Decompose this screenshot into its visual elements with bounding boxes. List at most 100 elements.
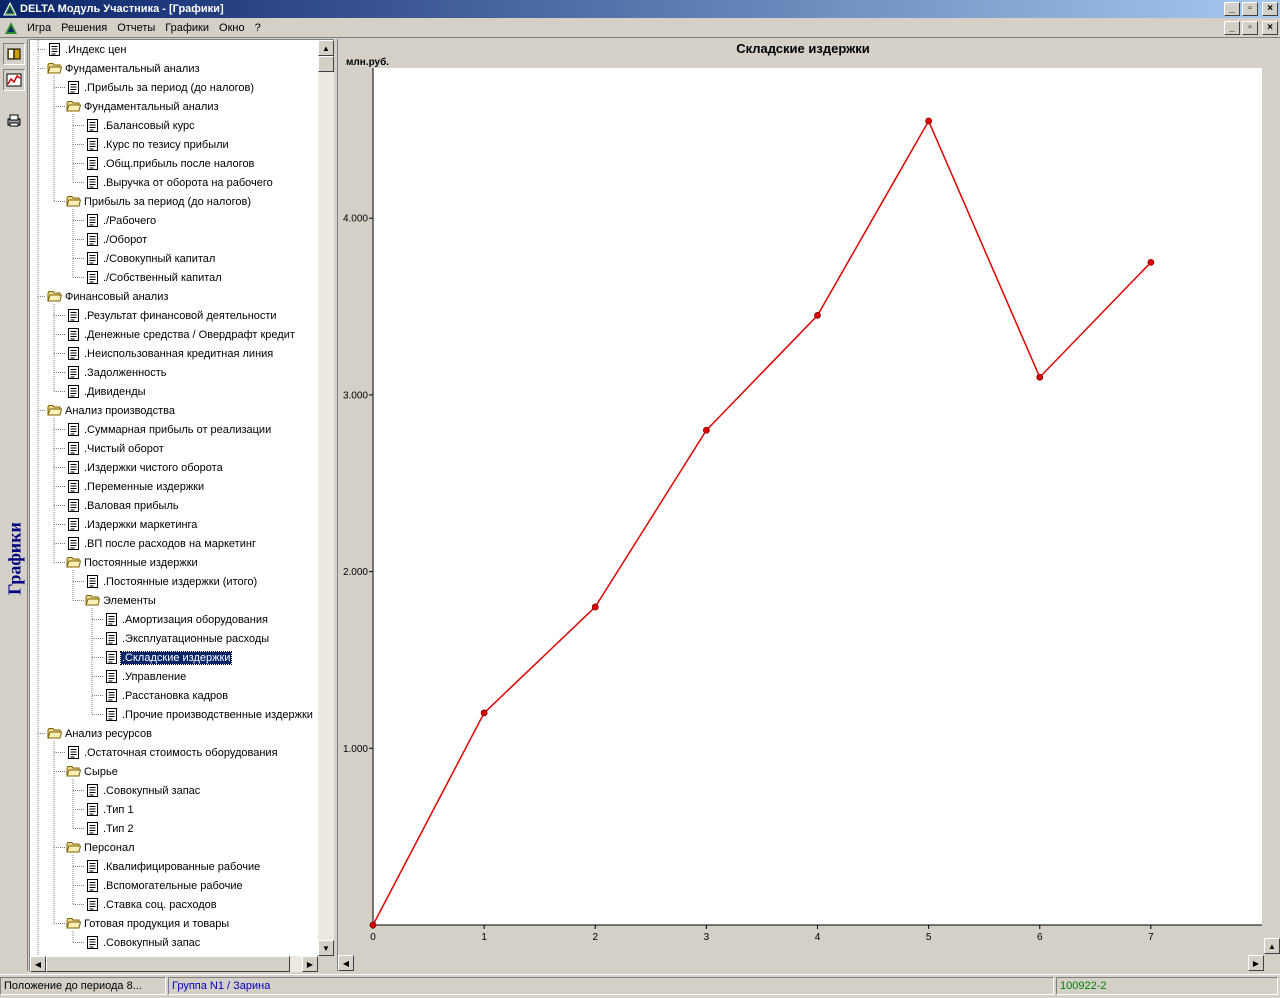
- tree-folder[interactable]: Сырье: [66, 762, 119, 781]
- tree-item[interactable]: .Постоянные издержки (итого): [85, 572, 258, 591]
- scroll-down-button[interactable]: ▼: [318, 940, 334, 956]
- chart-scroll-up-button[interactable]: ▲: [1264, 938, 1280, 954]
- close-button[interactable]: ×: [1262, 2, 1278, 16]
- tree-item-label: .Эксплуатационные расходы: [122, 632, 270, 645]
- tree-item[interactable]: .Денежные средства / Овердрафт кредит: [66, 325, 296, 344]
- tree-horizontal-scrollbar[interactable]: ◀ ▶: [30, 956, 318, 972]
- window-title: DELTA Модуль Участника - [Графики]: [20, 3, 224, 15]
- tree-item[interactable]: .Квалифицированные рабочие: [85, 857, 261, 876]
- tree-item-label: .Издержки маркетинга: [84, 518, 198, 531]
- tree-item[interactable]: .Прибыль за период (до налогов): [66, 78, 255, 97]
- tree-item-label: Элементы: [103, 594, 156, 607]
- tree-item-label: .Ставка соц. расходов: [103, 898, 217, 911]
- tree-item[interactable]: .Амортизация оборудования: [104, 610, 269, 629]
- section-vertical-label: Графики: [4, 522, 25, 596]
- tree-folder[interactable]: Финансовый анализ: [47, 287, 169, 306]
- tree-item[interactable]: .Результат финансовой деятельности: [66, 306, 278, 325]
- status-group: Группа N1 / Зарина: [168, 977, 1054, 995]
- tree-folder[interactable]: Анализ ресурсов: [47, 724, 153, 743]
- restore-button[interactable]: ▫: [1242, 2, 1258, 16]
- tree-item[interactable]: .Издержки маркетинга: [66, 515, 198, 534]
- tree-item[interactable]: ./Оборот: [85, 230, 148, 249]
- print-tool-button[interactable]: [3, 109, 25, 131]
- menu-reports[interactable]: Отчеты: [112, 22, 160, 34]
- tree-item[interactable]: .Ставка соц. расходов: [85, 895, 218, 914]
- chart-scroll-left-button[interactable]: ◀: [338, 955, 354, 971]
- tree-item[interactable]: ./Собственный капитал: [85, 268, 223, 287]
- tree-item[interactable]: ./Рабочего: [85, 211, 157, 230]
- mdi-minimize-button[interactable]: _: [1224, 21, 1240, 35]
- report-tree[interactable]: .Индекс цен Фундаментальный анализ .Прибыл…: [30, 40, 318, 956]
- tree-item-label: .Остаточная стоимость оборудования: [84, 746, 278, 759]
- tree-item[interactable]: .Вспомогательные рабочие: [85, 876, 244, 895]
- tree-item-label: .Совокупный запас: [103, 784, 201, 797]
- tree-item[interactable]: .Управление: [104, 667, 187, 686]
- tree-item[interactable]: .Чистый оборот: [66, 439, 165, 458]
- tree-item[interactable]: .Остаточная стоимость оборудования: [66, 743, 279, 762]
- scroll-left-button[interactable]: ◀: [30, 956, 46, 972]
- scroll-right-button[interactable]: ▶: [302, 956, 318, 972]
- tree-vertical-scrollbar[interactable]: ▲ ▼: [318, 40, 334, 956]
- reports-tool-button[interactable]: [3, 43, 25, 65]
- status-code: 100922-2: [1056, 977, 1278, 995]
- tree-item[interactable]: .Расстановка кадров: [104, 686, 229, 705]
- charts-tool-button[interactable]: [3, 69, 25, 91]
- menu-charts[interactable]: Графики: [160, 22, 214, 34]
- tree-folder[interactable]: Фундаментальный анализ: [66, 97, 220, 116]
- data-point: [702, 426, 710, 434]
- tree-item-label: .Результат финансовой деятельности: [84, 309, 277, 322]
- tree-item[interactable]: .Дивиденды: [66, 382, 147, 401]
- mdi-child-icon[interactable]: [4, 21, 18, 35]
- mdi-restore-button[interactable]: ▫: [1242, 21, 1258, 35]
- tree-folder[interactable]: Персонал: [66, 838, 136, 857]
- tree-folder[interactable]: Готовая продукция и товары: [66, 914, 230, 933]
- tree-item[interactable]: .Балансовый курс: [85, 116, 196, 135]
- tree-item[interactable]: ./Совокупный капитал: [85, 249, 216, 268]
- document-icon: [106, 651, 117, 664]
- x-tick-label: 6: [1037, 932, 1043, 943]
- open-folder-icon: [66, 196, 81, 207]
- tree-item[interactable]: .Издержки чистого оборота: [66, 458, 224, 477]
- tree-item[interactable]: .Индекс цен: [47, 40, 127, 59]
- tree-item[interactable]: .Эксплуатационные расходы: [104, 629, 270, 648]
- tree-item[interactable]: .Совокупный запас: [85, 933, 201, 952]
- tree-item[interactable]: .ВП после расходов на маркетинг: [66, 534, 257, 553]
- open-folder-icon: [66, 101, 81, 112]
- tree-item[interactable]: .Переменные издержки: [66, 477, 205, 496]
- tree-item[interactable]: .Суммарная прибыль от реализации: [66, 420, 272, 439]
- tree-item-label: .Квалифицированные рабочие: [103, 860, 261, 873]
- scroll-up-button[interactable]: ▲: [318, 40, 334, 56]
- menu-game[interactable]: Игра: [22, 22, 56, 34]
- minimize-button[interactable]: _: [1224, 2, 1240, 16]
- tree-item[interactable]: .Прочие производственные издержки: [104, 705, 314, 724]
- tool-strip: Графики: [0, 39, 28, 971]
- hscroll-thumb[interactable]: [46, 956, 290, 972]
- tree-item-label: .Валовая прибыль: [84, 499, 179, 512]
- tree-item[interactable]: .Задолженность: [66, 363, 168, 382]
- chart-scroll-right-button[interactable]: ▶: [1248, 955, 1264, 971]
- document-icon: [87, 119, 98, 132]
- tree-item[interactable]: .Тип 1: [85, 800, 135, 819]
- tree-item[interactable]: .Валовая прибыль: [66, 496, 180, 515]
- menu-window[interactable]: Окно: [214, 22, 250, 34]
- document-icon: [87, 784, 98, 797]
- window-titlebar[interactable]: DELTA Модуль Участника - [Графики] _ ▫ ×: [0, 0, 1280, 18]
- tree-folder[interactable]: Постоянные издержки: [66, 553, 199, 572]
- mdi-close-button[interactable]: ×: [1262, 21, 1278, 35]
- tree-item[interactable]: .Неиспользованная кредитная линия: [66, 344, 274, 363]
- tree-folder[interactable]: Фундаментальный анализ: [47, 59, 201, 78]
- menu-help[interactable]: ?: [250, 22, 266, 34]
- tree-item[interactable]: .Совокупный запас: [85, 781, 201, 800]
- tree-folder[interactable]: Прибыль за период (до налогов): [66, 192, 252, 211]
- document-icon: [87, 252, 98, 265]
- tree-item[interactable]: .Общ.прибыль после налогов: [85, 154, 255, 173]
- tree-item[interactable]: .Выручка от оборота на рабочего: [85, 173, 274, 192]
- scroll-thumb[interactable]: [318, 56, 334, 72]
- tree-item[interactable]: .Тип 2: [85, 819, 135, 838]
- tree-folder[interactable]: Анализ производства: [47, 401, 176, 420]
- tree-folder[interactable]: Элементы: [85, 591, 157, 610]
- menu-decisions[interactable]: Решения: [56, 22, 112, 34]
- document-icon: [87, 176, 98, 189]
- tree-item[interactable]: .Складские издержки: [104, 648, 233, 667]
- tree-item[interactable]: .Курс по тезису прибыли: [85, 135, 230, 154]
